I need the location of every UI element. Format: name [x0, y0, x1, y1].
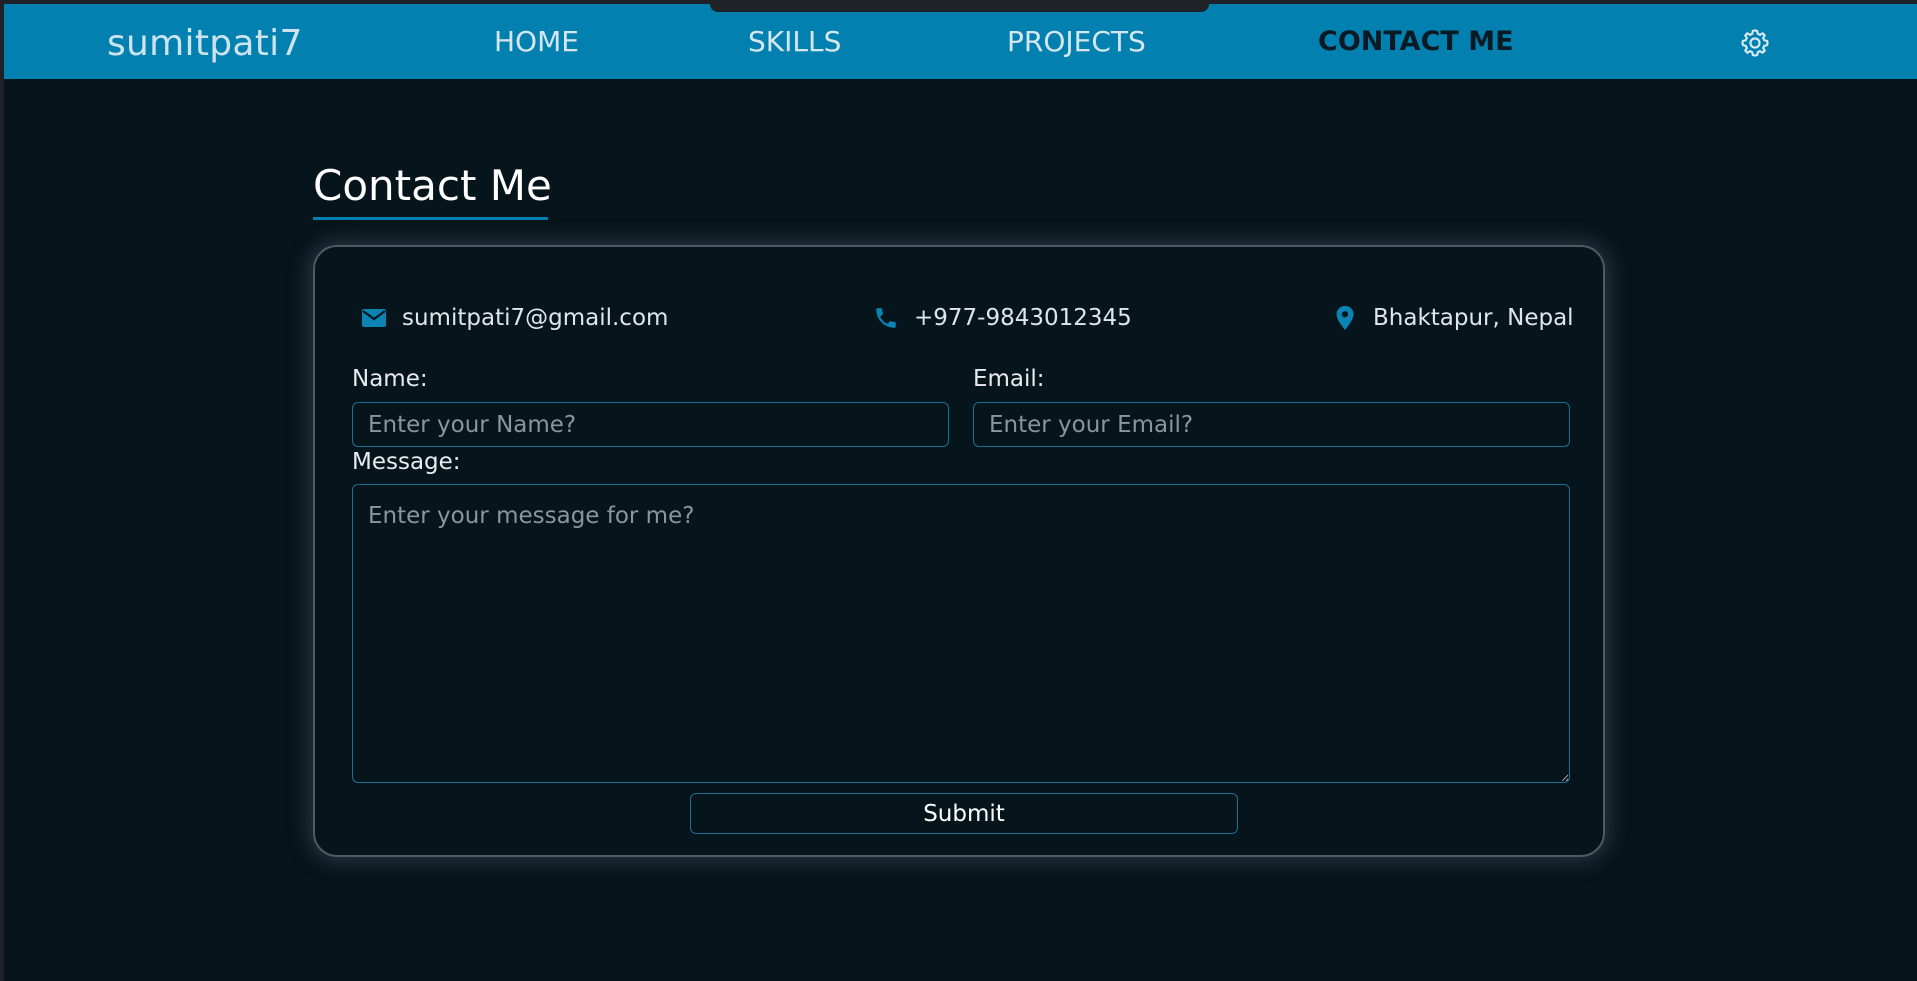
contact-email-text[interactable]: sumitpati7@gmail.com [402, 304, 668, 332]
nav-link-home[interactable]: HOME [494, 25, 579, 59]
top-navbar: sumitpati7 HOME SKILLS PROJECTS CONTACT … [4, 4, 1917, 79]
contact-location-info: Bhaktapur, Nepal [1335, 304, 1574, 332]
nav-link-contact[interactable]: CONTACT ME [1318, 25, 1514, 59]
contact-card: sumitpati7@gmail.com +977-9843012345 Bha… [313, 245, 1605, 857]
nav-link-projects[interactable]: PROJECTS [1007, 25, 1146, 59]
email-label: Email: [973, 366, 1045, 392]
contact-location-text: Bhaktapur, Nepal [1373, 305, 1574, 331]
map-pin-icon [1335, 305, 1355, 331]
brand-logo[interactable]: sumitpati7 [107, 23, 303, 65]
contact-email-info: sumitpati7@gmail.com [361, 304, 668, 332]
envelope-icon [361, 308, 387, 328]
nav-link-skills[interactable]: SKILLS [748, 25, 841, 59]
message-textarea[interactable] [352, 484, 1570, 783]
message-label: Message: [352, 449, 461, 475]
gear-icon [1741, 29, 1769, 57]
page-title: Contact Me [313, 161, 552, 210]
contact-phone-text[interactable]: +977-9843012345 [914, 304, 1132, 332]
contact-phone-info: +977-9843012345 [873, 304, 1132, 332]
name-input[interactable] [352, 402, 949, 447]
settings-button[interactable] [1739, 27, 1771, 59]
phone-icon [873, 305, 899, 331]
page-viewport: sumitpati7 HOME SKILLS PROJECTS CONTACT … [4, 4, 1917, 981]
submit-button[interactable]: Submit [690, 793, 1238, 834]
browser-tab-notch [710, 0, 1209, 12]
email-input[interactable] [973, 402, 1570, 447]
title-underline [313, 217, 548, 220]
name-label: Name: [352, 366, 428, 392]
